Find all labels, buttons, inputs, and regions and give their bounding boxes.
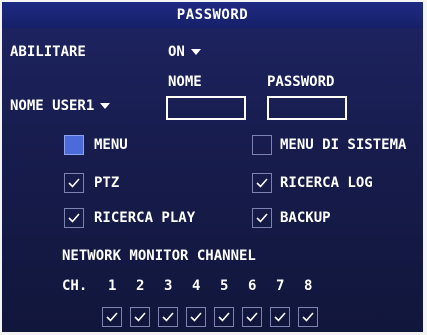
abilitare-value: ON bbox=[168, 44, 185, 60]
nome-field[interactable] bbox=[166, 96, 248, 120]
channel-6-checkbox[interactable] bbox=[242, 307, 262, 327]
channel-number: 3 bbox=[164, 278, 173, 294]
checkmark-icon bbox=[302, 312, 314, 322]
nome-input[interactable] bbox=[168, 98, 248, 120]
backup-checkbox[interactable] bbox=[252, 208, 272, 228]
channel-7-checkbox[interactable] bbox=[270, 307, 290, 327]
checkmark-icon bbox=[246, 312, 258, 322]
ch-label: CH. bbox=[62, 278, 88, 294]
checkmark-icon bbox=[274, 312, 286, 322]
abilitare-label: ABILITARE bbox=[10, 44, 86, 60]
channel-number: 5 bbox=[220, 278, 229, 294]
menu-di-sistema-label: MENU DI SISTEMA bbox=[280, 137, 407, 153]
network-title: NETWORK MONITOR CHANNEL bbox=[62, 248, 256, 264]
password-label: PASSWORD bbox=[267, 74, 335, 90]
channel-3-checkbox[interactable] bbox=[158, 307, 178, 327]
ptz-label: PTZ bbox=[94, 175, 120, 191]
chevron-down-icon bbox=[100, 103, 111, 109]
checkmark-icon bbox=[68, 178, 80, 188]
user-select-value: NOME USER1 bbox=[10, 98, 95, 114]
checkmark-icon bbox=[256, 213, 268, 223]
channel-4-checkbox[interactable] bbox=[186, 307, 206, 327]
checkmark-icon bbox=[162, 312, 174, 322]
ricerca-play-checkbox[interactable] bbox=[64, 208, 84, 228]
checkmark-icon bbox=[106, 312, 118, 322]
channel-number: 1 bbox=[108, 278, 117, 294]
channel-number: 4 bbox=[192, 278, 201, 294]
abilitare-dropdown[interactable]: ON bbox=[168, 44, 201, 60]
password-dialog: PASSWORD ABILITARE ON NOME PASSWORD NOME… bbox=[2, 2, 423, 332]
checkmark-icon bbox=[218, 312, 230, 322]
backup-label: BACKUP bbox=[280, 210, 331, 226]
channel-number: 2 bbox=[136, 278, 145, 294]
checkmark-icon bbox=[190, 312, 202, 322]
chevron-down-icon bbox=[190, 49, 201, 55]
channel-2-checkbox[interactable] bbox=[130, 307, 150, 327]
channel-1-checkbox[interactable] bbox=[102, 307, 122, 327]
checkmark-icon bbox=[256, 178, 268, 188]
nome-label: NOME bbox=[168, 74, 202, 90]
ricerca-log-checkbox[interactable] bbox=[252, 173, 272, 193]
channel-5-checkbox[interactable] bbox=[214, 307, 234, 327]
password-field[interactable] bbox=[267, 96, 349, 120]
password-input[interactable] bbox=[269, 98, 349, 120]
ricerca-log-label: RICERCA LOG bbox=[280, 175, 373, 191]
checkmark-icon bbox=[134, 312, 146, 322]
menu-checkbox[interactable] bbox=[64, 135, 84, 155]
channel-8-checkbox[interactable] bbox=[298, 307, 318, 327]
title-bar: PASSWORD bbox=[2, 2, 423, 28]
dialog-title: PASSWORD bbox=[176, 7, 249, 23]
user-dropdown[interactable]: NOME USER1 bbox=[10, 98, 111, 114]
channel-number: 6 bbox=[248, 278, 257, 294]
channel-number: 8 bbox=[304, 278, 313, 294]
menu-label: MENU bbox=[94, 137, 128, 153]
ptz-checkbox[interactable] bbox=[64, 173, 84, 193]
ricerca-play-label: RICERCA PLAY bbox=[94, 210, 196, 226]
menu-di-sistema-checkbox[interactable] bbox=[252, 135, 272, 155]
channel-number: 7 bbox=[276, 278, 285, 294]
checkmark-icon bbox=[68, 213, 80, 223]
